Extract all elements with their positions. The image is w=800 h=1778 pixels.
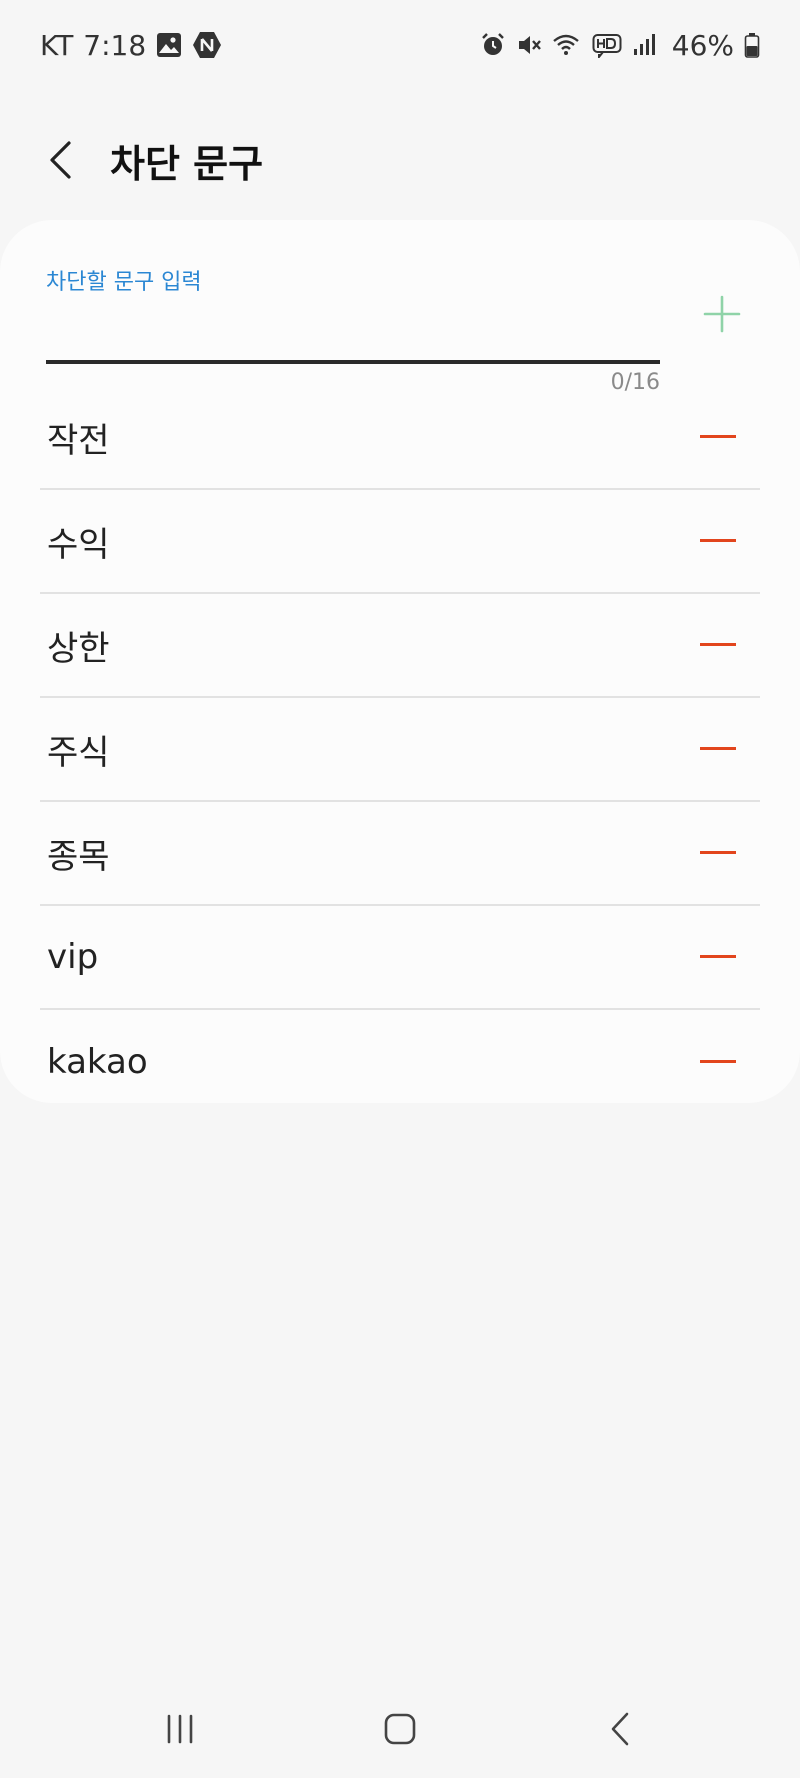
phrase-text: 작전 xyxy=(47,420,110,461)
back-button[interactable] xyxy=(40,130,80,190)
remove-phrase-button[interactable] xyxy=(696,623,740,667)
home-icon xyxy=(384,1713,416,1745)
recent-apps-button[interactable] xyxy=(140,1694,220,1764)
status-right: 46% xyxy=(480,29,760,62)
phrase-list-item: 상한 xyxy=(40,594,760,698)
phrase-list-item: 주식 xyxy=(40,698,760,802)
phrase-list-item: vip xyxy=(40,906,760,1010)
wifi-icon xyxy=(552,32,582,58)
remove-phrase-button[interactable] xyxy=(696,935,740,979)
signal-icon xyxy=(632,33,656,57)
phrase-list-item: 작전 xyxy=(40,386,760,490)
back-icon xyxy=(611,1712,629,1746)
blocked-phrases-card: 차단할 문구 입력 0/16 작전 수익 상한 주식 종목 vip kakao xyxy=(0,220,800,1103)
carrier-label: KT xyxy=(40,28,74,62)
status-bar: KT 7:18 46% xyxy=(0,0,800,90)
phrase-list: 작전 수익 상한 주식 종목 vip kakao xyxy=(40,386,760,1114)
phrase-text: 주식 xyxy=(47,732,110,773)
navigation-bar xyxy=(0,1680,800,1778)
remove-phrase-button[interactable] xyxy=(696,727,740,771)
gallery-icon xyxy=(156,32,182,58)
mute-icon xyxy=(516,32,542,58)
add-phrase-button[interactable] xyxy=(700,292,744,336)
minus-icon xyxy=(700,851,736,854)
phrase-list-item: 수익 xyxy=(40,490,760,594)
minus-icon xyxy=(700,747,736,750)
clock: 7:18 xyxy=(83,28,147,62)
remove-phrase-button[interactable] xyxy=(696,1040,740,1084)
phrase-list-item: kakao xyxy=(40,1010,760,1114)
phrase-input[interactable] xyxy=(46,308,660,364)
remove-phrase-button[interactable] xyxy=(696,415,740,459)
page-title: 차단 문구 xyxy=(110,141,264,186)
home-button[interactable] xyxy=(360,1694,440,1764)
phrase-text: vip xyxy=(47,937,99,977)
minus-icon xyxy=(700,643,736,646)
phrase-list-item: 종목 xyxy=(40,802,760,906)
minus-icon xyxy=(700,539,736,542)
recent-apps-icon xyxy=(167,1714,193,1744)
minus-icon xyxy=(700,955,736,958)
naver-icon xyxy=(192,31,222,59)
remove-phrase-button[interactable] xyxy=(696,831,740,875)
phrase-text: 종목 xyxy=(47,836,110,877)
phrase-text: 상한 xyxy=(47,628,110,669)
nav-back-button[interactable] xyxy=(580,1694,660,1764)
alarm-icon xyxy=(480,32,506,58)
status-left: KT 7:18 xyxy=(40,29,222,62)
phrase-input-label: 차단할 문구 입력 xyxy=(46,270,202,295)
plus-icon xyxy=(703,295,741,333)
minus-icon xyxy=(700,435,736,438)
header: 차단 문구 xyxy=(0,120,800,200)
remove-phrase-button[interactable] xyxy=(696,519,740,563)
phrase-text: kakao xyxy=(47,1042,148,1082)
phrase-input-area: 차단할 문구 입력 0/16 xyxy=(46,264,660,395)
battery-icon xyxy=(744,32,760,58)
chevron-left-icon xyxy=(50,141,71,179)
minus-icon xyxy=(700,1060,736,1063)
phrase-text: 수익 xyxy=(47,524,110,565)
hd-voice-icon xyxy=(592,32,622,58)
battery-percent: 46% xyxy=(671,28,734,62)
